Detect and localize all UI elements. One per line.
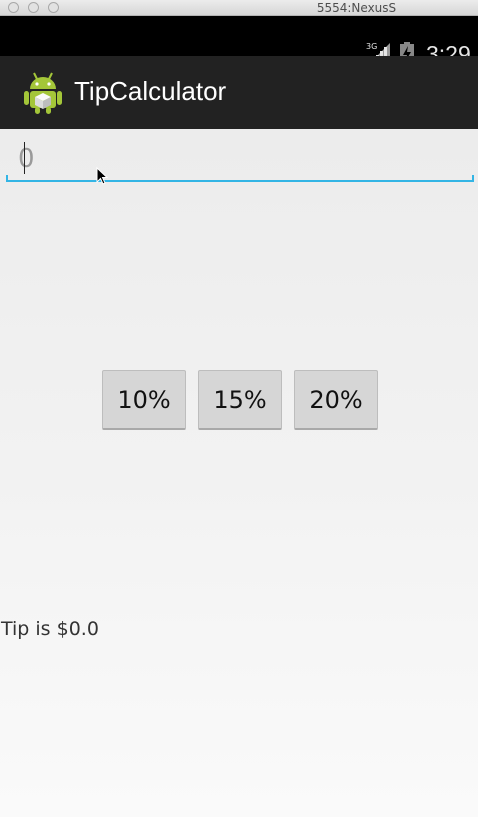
input-underline-left-tick <box>6 175 8 182</box>
android-app-icon <box>24 72 62 114</box>
input-underline-right-tick <box>472 175 474 182</box>
tip-20-percent-button[interactable]: 20% <box>294 370 378 430</box>
action-bar: TipCalculator <box>0 56 478 129</box>
app-title: TipCalculator <box>74 76 227 106</box>
bill-amount-field[interactable] <box>6 129 474 183</box>
main-content: 10% 15% 20% Tip is $0.0 <box>0 129 478 817</box>
mouse-pointer-icon <box>96 167 108 185</box>
tip-10-percent-button[interactable]: 10% <box>102 370 186 430</box>
emulator-title-bar: 5554:NexusS <box>0 0 478 16</box>
input-underline <box>6 180 474 182</box>
text-caret <box>24 142 25 174</box>
window-title: 5554:NexusS <box>316 1 397 15</box>
tip-15-percent-button[interactable]: 15% <box>198 370 282 430</box>
bill-amount-input[interactable] <box>18 141 458 177</box>
tip-result-text: Tip is $0.0 <box>1 618 99 640</box>
svg-text:3G: 3G <box>366 42 377 51</box>
status-bar: 3G 3:29 <box>0 16 478 67</box>
